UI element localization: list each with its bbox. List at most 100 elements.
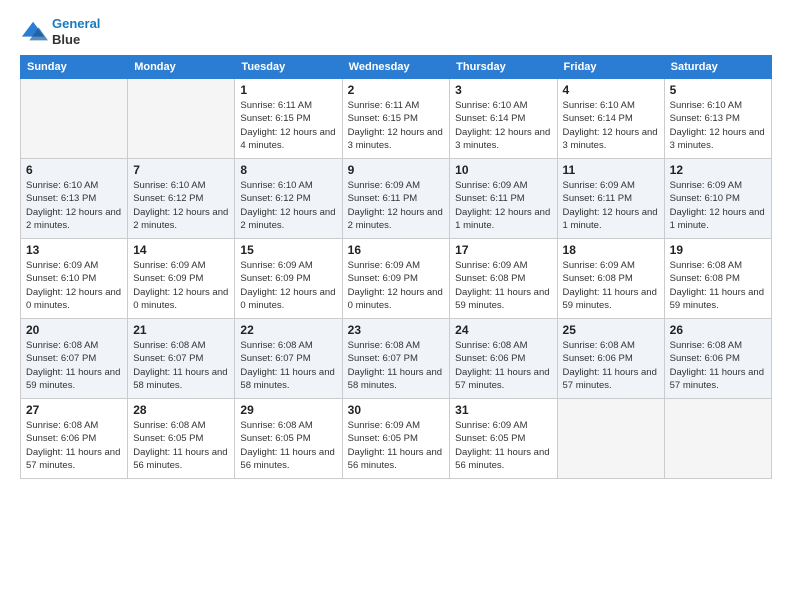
day-info: Sunrise: 6:09 AMSunset: 6:09 PMDaylight:…: [133, 259, 229, 312]
day-number: 4: [563, 83, 659, 97]
weekday-header: Thursday: [450, 56, 557, 79]
weekday-header: Saturday: [664, 56, 771, 79]
day-number: 17: [455, 243, 551, 257]
day-info: Sunrise: 6:09 AMSunset: 6:05 PMDaylight:…: [455, 419, 551, 472]
day-number: 1: [240, 83, 336, 97]
calendar-table: SundayMondayTuesdayWednesdayThursdayFrid…: [20, 55, 772, 479]
day-number: 9: [348, 163, 445, 177]
calendar-cell: 12 Sunrise: 6:09 AMSunset: 6:10 PMDayligh…: [664, 159, 771, 239]
day-number: 18: [563, 243, 659, 257]
day-number: 10: [455, 163, 551, 177]
calendar-cell: 14 Sunrise: 6:09 AMSunset: 6:09 PMDayligh…: [128, 239, 235, 319]
calendar-cell: 8 Sunrise: 6:10 AMSunset: 6:12 PMDaylight…: [235, 159, 342, 239]
calendar-cell: 23 Sunrise: 6:08 AMSunset: 6:07 PMDayligh…: [342, 319, 450, 399]
calendar-cell: 7 Sunrise: 6:10 AMSunset: 6:12 PMDaylight…: [128, 159, 235, 239]
day-number: 5: [670, 83, 766, 97]
day-number: 23: [348, 323, 445, 337]
day-info: Sunrise: 6:10 AMSunset: 6:14 PMDaylight:…: [455, 99, 551, 152]
day-info: Sunrise: 6:09 AMSunset: 6:11 PMDaylight:…: [348, 179, 445, 232]
day-info: Sunrise: 6:09 AMSunset: 6:11 PMDaylight:…: [455, 179, 551, 232]
day-info: Sunrise: 6:08 AMSunset: 6:07 PMDaylight:…: [240, 339, 336, 392]
calendar-cell: 2 Sunrise: 6:11 AMSunset: 6:15 PMDaylight…: [342, 79, 450, 159]
calendar-cell: 31 Sunrise: 6:09 AMSunset: 6:05 PMDayligh…: [450, 399, 557, 479]
day-info: Sunrise: 6:08 AMSunset: 6:06 PMDaylight:…: [455, 339, 551, 392]
day-info: Sunrise: 6:08 AMSunset: 6:07 PMDaylight:…: [348, 339, 445, 392]
calendar-cell: [557, 399, 664, 479]
calendar-cell: 24Sunrise: 6:08 AMSunset: 6:06 PMDayligh…: [450, 319, 557, 399]
day-number: 21: [133, 323, 229, 337]
day-info: Sunrise: 6:09 AMSunset: 6:09 PMDaylight:…: [240, 259, 336, 312]
calendar-cell: 19 Sunrise: 6:08 AMSunset: 6:08 PMDayligh…: [664, 239, 771, 319]
weekday-header: Wednesday: [342, 56, 450, 79]
calendar-cell: 16 Sunrise: 6:09 AMSunset: 6:09 PMDayligh…: [342, 239, 450, 319]
calendar-cell: 22 Sunrise: 6:08 AMSunset: 6:07 PMDayligh…: [235, 319, 342, 399]
day-info: Sunrise: 6:09 AMSunset: 6:10 PMDaylight:…: [26, 259, 122, 312]
day-info: Sunrise: 6:09 AMSunset: 6:08 PMDaylight:…: [563, 259, 659, 312]
day-info: Sunrise: 6:08 AMSunset: 6:08 PMDaylight:…: [670, 259, 766, 312]
day-info: Sunrise: 6:09 AMSunset: 6:11 PMDaylight:…: [563, 179, 659, 232]
day-number: 14: [133, 243, 229, 257]
day-number: 12: [670, 163, 766, 177]
calendar-cell: 13 Sunrise: 6:09 AMSunset: 6:10 PMDayligh…: [21, 239, 128, 319]
day-number: 11: [563, 163, 659, 177]
day-number: 20: [26, 323, 122, 337]
day-number: 28: [133, 403, 229, 417]
day-info: Sunrise: 6:08 AMSunset: 6:05 PMDaylight:…: [240, 419, 336, 472]
day-number: 30: [348, 403, 445, 417]
day-info: Sunrise: 6:11 AMSunset: 6:15 PMDaylight:…: [240, 99, 336, 152]
calendar-cell: 18 Sunrise: 6:09 AMSunset: 6:08 PMDayligh…: [557, 239, 664, 319]
calendar-cell: 21 Sunrise: 6:08 AMSunset: 6:07 PMDayligh…: [128, 319, 235, 399]
calendar-cell: 29 Sunrise: 6:08 AMSunset: 6:05 PMDayligh…: [235, 399, 342, 479]
day-info: Sunrise: 6:08 AMSunset: 6:05 PMDaylight:…: [133, 419, 229, 472]
day-info: Sunrise: 6:08 AMSunset: 6:06 PMDaylight:…: [563, 339, 659, 392]
day-number: 2: [348, 83, 445, 97]
day-info: Sunrise: 6:08 AMSunset: 6:07 PMDaylight:…: [26, 339, 122, 392]
day-number: 8: [240, 163, 336, 177]
day-info: Sunrise: 6:10 AMSunset: 6:13 PMDaylight:…: [670, 99, 766, 152]
day-number: 25: [563, 323, 659, 337]
calendar-cell: 5 Sunrise: 6:10 AMSunset: 6:13 PMDaylight…: [664, 79, 771, 159]
day-info: Sunrise: 6:10 AMSunset: 6:12 PMDaylight:…: [133, 179, 229, 232]
calendar-cell: 15Sunrise: 6:09 AMSunset: 6:09 PMDayligh…: [235, 239, 342, 319]
day-info: Sunrise: 6:08 AMSunset: 6:06 PMDaylight:…: [670, 339, 766, 392]
day-info: Sunrise: 6:10 AMSunset: 6:13 PMDaylight:…: [26, 179, 122, 232]
day-number: 13: [26, 243, 122, 257]
day-info: Sunrise: 6:10 AMSunset: 6:14 PMDaylight:…: [563, 99, 659, 152]
weekday-header: Friday: [557, 56, 664, 79]
day-number: 3: [455, 83, 551, 97]
calendar-cell: 10 Sunrise: 6:09 AMSunset: 6:11 PMDayligh…: [450, 159, 557, 239]
day-number: 26: [670, 323, 766, 337]
calendar-cell: 3 Sunrise: 6:10 AMSunset: 6:14 PMDaylight…: [450, 79, 557, 159]
day-number: 27: [26, 403, 122, 417]
calendar-cell: 11 Sunrise: 6:09 AMSunset: 6:11 PMDayligh…: [557, 159, 664, 239]
calendar-cell: 28 Sunrise: 6:08 AMSunset: 6:05 PMDayligh…: [128, 399, 235, 479]
calendar-cell: 6 Sunrise: 6:10 AMSunset: 6:13 PMDaylight…: [21, 159, 128, 239]
calendar-cell: 4 Sunrise: 6:10 AMSunset: 6:14 PMDaylight…: [557, 79, 664, 159]
day-info: Sunrise: 6:11 AMSunset: 6:15 PMDaylight:…: [348, 99, 445, 152]
day-number: 22: [240, 323, 336, 337]
day-info: Sunrise: 6:08 AMSunset: 6:07 PMDaylight:…: [133, 339, 229, 392]
day-info: Sunrise: 6:08 AMSunset: 6:06 PMDaylight:…: [26, 419, 122, 472]
day-info: Sunrise: 6:10 AMSunset: 6:12 PMDaylight:…: [240, 179, 336, 232]
day-info: Sunrise: 6:09 AMSunset: 6:10 PMDaylight:…: [670, 179, 766, 232]
weekday-header: Sunday: [21, 56, 128, 79]
day-number: 7: [133, 163, 229, 177]
calendar-cell: 20 Sunrise: 6:08 AMSunset: 6:07 PMDayligh…: [21, 319, 128, 399]
day-number: 29: [240, 403, 336, 417]
day-info: Sunrise: 6:09 AMSunset: 6:05 PMDaylight:…: [348, 419, 445, 472]
day-number: 16: [348, 243, 445, 257]
day-number: 6: [26, 163, 122, 177]
weekday-header: Monday: [128, 56, 235, 79]
calendar-cell: 30 Sunrise: 6:09 AMSunset: 6:05 PMDayligh…: [342, 399, 450, 479]
day-number: 31: [455, 403, 551, 417]
weekday-header: Tuesday: [235, 56, 342, 79]
calendar-cell: 17 Sunrise: 6:09 AMSunset: 6:08 PMDayligh…: [450, 239, 557, 319]
calendar-cell: 1 Sunrise: 6:11 AMSunset: 6:15 PMDaylight…: [235, 79, 342, 159]
calendar-cell: [21, 79, 128, 159]
day-number: 19: [670, 243, 766, 257]
day-info: Sunrise: 6:09 AMSunset: 6:08 PMDaylight:…: [455, 259, 551, 312]
logo: General Blue: [20, 16, 100, 47]
day-info: Sunrise: 6:09 AMSunset: 6:09 PMDaylight:…: [348, 259, 445, 312]
calendar-cell: [664, 399, 771, 479]
calendar-cell: [128, 79, 235, 159]
